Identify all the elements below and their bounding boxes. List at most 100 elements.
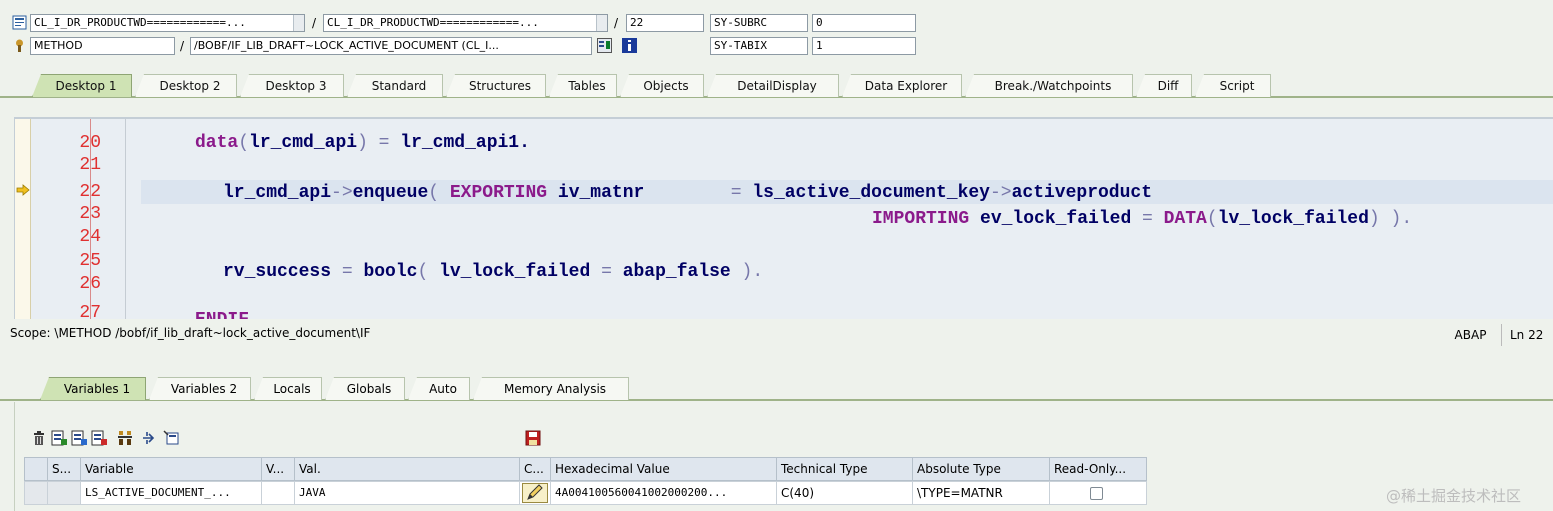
current-line-arrow-icon bbox=[16, 184, 30, 196]
keyword: EXPORTING bbox=[449, 183, 548, 203]
method-type-field: METHOD bbox=[30, 37, 175, 55]
source-code-editor[interactable]: 20 21 22 23 24 25 26 27 data(lr_cmd_api)… bbox=[14, 117, 1553, 319]
column-header-s[interactable]: S... bbox=[47, 457, 81, 481]
operator: = bbox=[367, 133, 401, 153]
variables-tab-bar: Variables 1 Variables 2 Locals Globals A… bbox=[0, 376, 1553, 401]
sy-subrc-value[interactable]: 0 bbox=[812, 14, 916, 32]
method-icon bbox=[16, 39, 23, 52]
table-cell-technical-type: C(40) bbox=[776, 481, 913, 505]
column-header-v[interactable]: V... bbox=[261, 457, 295, 481]
column-header-hex[interactable]: Hexadecimal Value bbox=[550, 457, 777, 481]
code-line-27: ENDIF. bbox=[195, 309, 260, 319]
column-header-variable[interactable]: Variable bbox=[80, 457, 262, 481]
paren: ( bbox=[1206, 209, 1218, 229]
info-icon[interactable] bbox=[622, 38, 637, 53]
paren: ( bbox=[238, 133, 250, 153]
select-object-icon[interactable] bbox=[163, 430, 179, 446]
read-only-checkbox[interactable] bbox=[1090, 487, 1103, 500]
column-header-val[interactable]: Val. bbox=[294, 457, 520, 481]
variable: lv_lock_failed bbox=[439, 262, 591, 282]
tab-detaildisplay[interactable]: DetailDisplay bbox=[707, 74, 839, 97]
paren: ( bbox=[417, 262, 440, 282]
sy-tabix-value[interactable]: 1 bbox=[812, 37, 916, 55]
line-number: 27 bbox=[79, 303, 101, 319]
parameter: ev_lock_failed bbox=[969, 209, 1132, 229]
delete-row-icon[interactable] bbox=[91, 430, 107, 446]
tab-variables-2[interactable]: Variables 2 bbox=[149, 377, 251, 400]
column-header-c[interactable]: C... bbox=[519, 457, 551, 481]
separator-slash: / bbox=[614, 16, 619, 30]
save-icon[interactable] bbox=[525, 430, 541, 446]
tab-desktop-3[interactable]: Desktop 3 bbox=[240, 74, 344, 97]
insert-row-icon[interactable] bbox=[51, 430, 67, 446]
edit-pencil-icon[interactable] bbox=[522, 483, 548, 503]
table-cell-absolute-type[interactable]: \TYPE=MATNR bbox=[912, 481, 1050, 505]
sy-tabix-label: SY-TABIX bbox=[710, 37, 808, 55]
hierarchy-icon[interactable] bbox=[117, 430, 133, 446]
tab-diff[interactable]: Diff bbox=[1136, 74, 1192, 97]
row-selector[interactable] bbox=[24, 481, 48, 505]
code-line-25: rv_success = boolc( lv_lock_failed = aba… bbox=[223, 261, 763, 283]
method-name-field[interactable]: /BOBF/IF_LIB_DRAFT~LOCK_ACTIVE_DOCUMENT … bbox=[190, 37, 592, 55]
column-header-read-only[interactable]: Read-Only... bbox=[1049, 457, 1147, 481]
scope-bar: Scope: \METHOD /bobf/if_lib_draft~lock_a… bbox=[0, 322, 1553, 348]
keyword: DATA bbox=[1163, 209, 1207, 229]
table-corner-cell[interactable] bbox=[24, 457, 48, 481]
variable: lv_lock_failed bbox=[1217, 209, 1369, 229]
column-header-technical-type[interactable]: Technical Type bbox=[776, 457, 913, 481]
keyword: IMPORTING bbox=[872, 209, 970, 229]
column-header-absolute-type[interactable]: Absolute Type bbox=[912, 457, 1050, 481]
period: . bbox=[519, 133, 530, 153]
display-source-icon[interactable] bbox=[597, 38, 612, 53]
variable: lr_cmd_api1 bbox=[400, 133, 520, 153]
program-field[interactable]: CL_I_DR_PRODUCTWD============... bbox=[30, 14, 305, 32]
program-icon bbox=[12, 15, 27, 30]
operator: = bbox=[590, 262, 623, 282]
line-number: 25 bbox=[79, 251, 101, 271]
function-name: boolc bbox=[363, 262, 418, 282]
operator: -> bbox=[331, 183, 353, 203]
tab-script[interactable]: Script bbox=[1195, 74, 1271, 97]
separator-slash: / bbox=[180, 39, 185, 53]
tab-locals[interactable]: Locals bbox=[254, 377, 322, 400]
tab-memory-analysis[interactable]: Memory Analysis bbox=[473, 377, 629, 400]
breakpoint-gutter[interactable] bbox=[15, 119, 31, 319]
navigate-icon[interactable] bbox=[141, 430, 157, 446]
watermark: @稀土掘金技术社区 bbox=[1386, 487, 1522, 505]
paren: ). bbox=[730, 262, 764, 282]
tab-desktop-1[interactable]: Desktop 1 bbox=[32, 74, 132, 97]
keyword: ENDIF. bbox=[195, 310, 260, 319]
table-cell-status bbox=[47, 481, 81, 505]
include-field[interactable]: CL_I_DR_PRODUCTWD============... bbox=[323, 14, 608, 32]
table-cell-variable[interactable]: LS_ACTIVE_DOCUMENT_... bbox=[80, 481, 262, 505]
operator: -> bbox=[989, 183, 1012, 203]
header-row-program: CL_I_DR_PRODUCTWD============... / CL_I_… bbox=[0, 12, 1553, 34]
tab-data-explorer[interactable]: Data Explorer bbox=[842, 74, 962, 97]
tab-breakpoints-watchpoints[interactable]: Break./Watchpoints bbox=[965, 74, 1133, 97]
tab-variables-1[interactable]: Variables 1 bbox=[40, 377, 146, 400]
tab-tables[interactable]: Tables bbox=[549, 74, 617, 97]
tab-desktop-2[interactable]: Desktop 2 bbox=[135, 74, 237, 97]
tab-structures[interactable]: Structures bbox=[446, 74, 546, 97]
operator: = bbox=[644, 183, 753, 203]
operator: = bbox=[331, 262, 364, 282]
tab-objects[interactable]: Objects bbox=[620, 74, 704, 97]
table-cell-hex: 4A004100560041002000200... bbox=[550, 481, 777, 505]
tab-globals[interactable]: Globals bbox=[325, 377, 405, 400]
scope-text: Scope: \METHOD /bobf/if_lib_draft~lock_a… bbox=[10, 326, 371, 340]
line-number: 21 bbox=[79, 155, 101, 175]
sy-subrc-label: SY-SUBRC bbox=[710, 14, 808, 32]
delete-icon[interactable] bbox=[31, 430, 47, 446]
cursor-position: Ln 22 bbox=[1510, 328, 1544, 342]
tab-auto[interactable]: Auto bbox=[408, 377, 470, 400]
append-row-icon[interactable] bbox=[71, 430, 87, 446]
variable: ls_active_document_key bbox=[752, 183, 990, 203]
table-cell-v bbox=[261, 481, 295, 505]
paren: ) ). bbox=[1368, 209, 1413, 229]
field-name: activeproduct bbox=[1011, 183, 1153, 203]
line-number: 23 bbox=[79, 204, 101, 224]
variable: lr_cmd_api bbox=[223, 183, 332, 203]
tab-standard[interactable]: Standard bbox=[347, 74, 443, 97]
table-cell-value[interactable]: JAVA bbox=[294, 481, 520, 505]
line-number-field[interactable]: 22 bbox=[626, 14, 704, 32]
